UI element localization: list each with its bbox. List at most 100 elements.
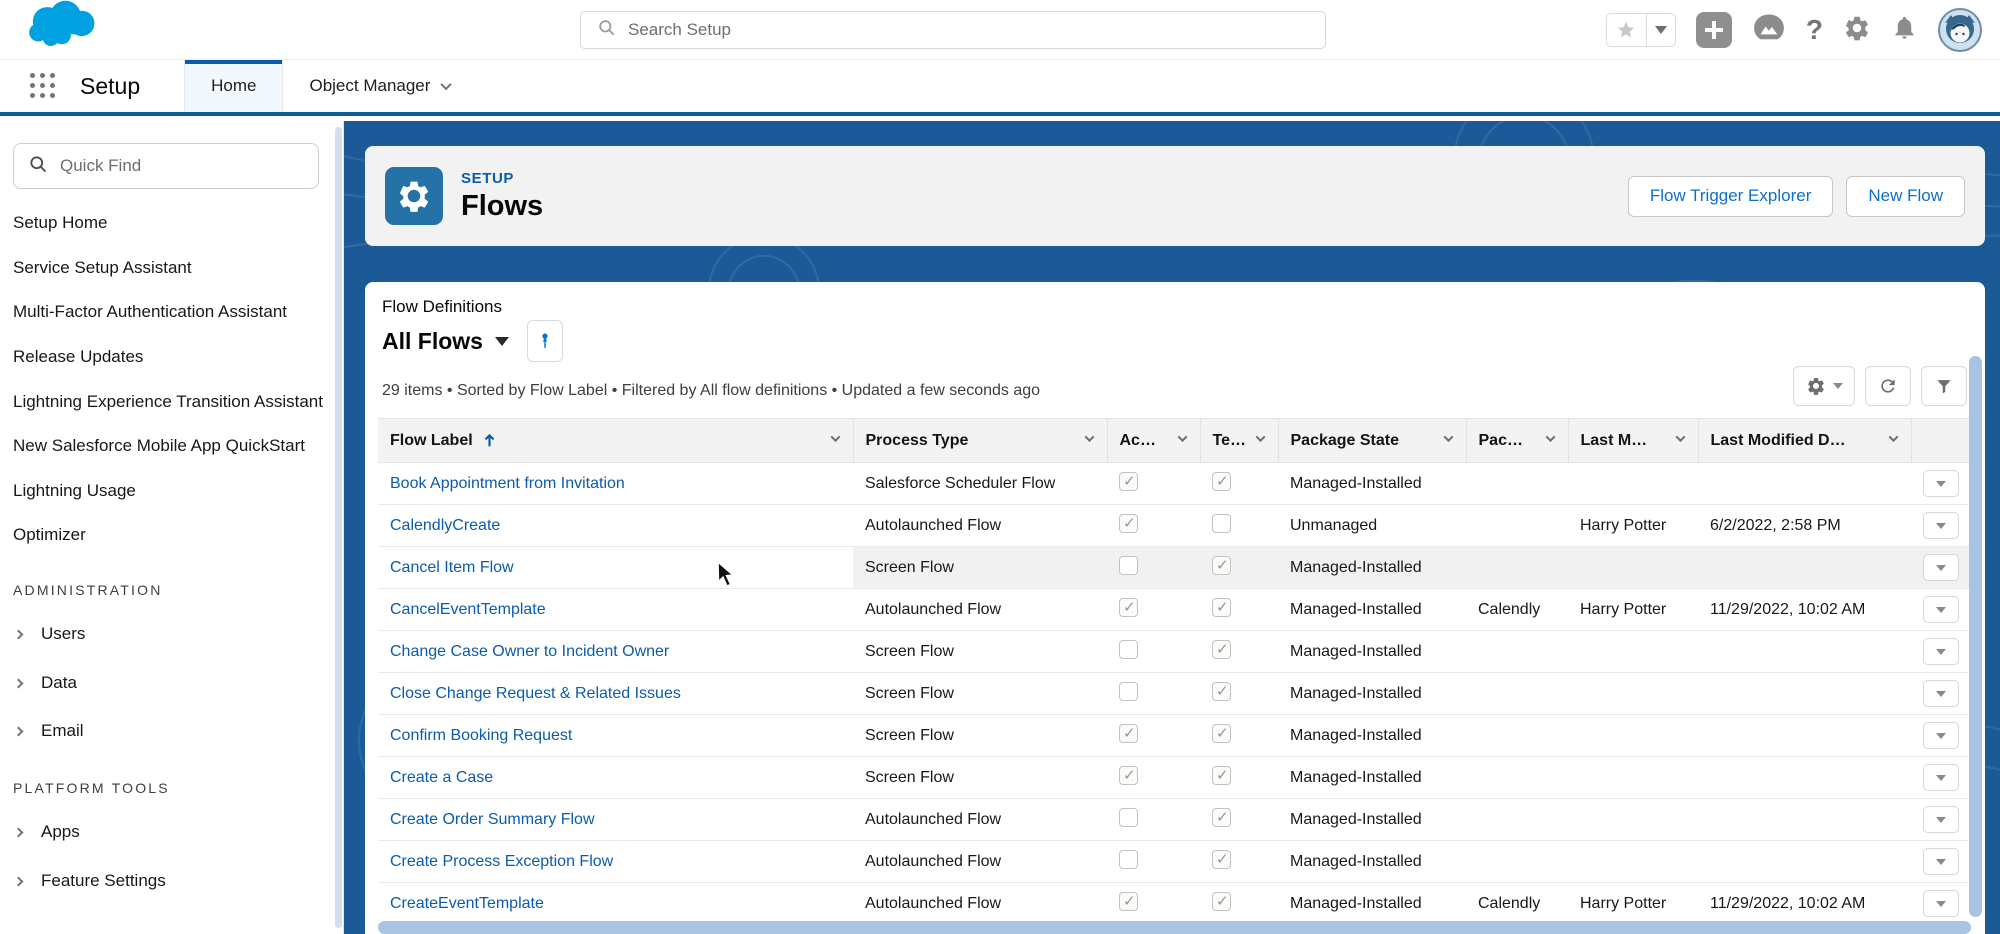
column-header-last-modified-by[interactable]: Last M… [1568, 419, 1698, 463]
flow-label-link[interactable]: Book Appointment from Invitation [390, 475, 625, 492]
column-menu-chevron[interactable] [1545, 432, 1555, 442]
column-menu-chevron[interactable] [1888, 432, 1898, 442]
column-menu-chevron[interactable] [1084, 432, 1094, 442]
column-header-flow-label[interactable]: Flow Label [378, 419, 853, 463]
row-actions-button[interactable] [1923, 596, 1959, 623]
sidebar-item-lex-transition-assistant[interactable]: Lightning Experience Transition Assistan… [0, 380, 343, 425]
flow-label-link[interactable]: Cancel Item Flow [390, 559, 514, 576]
row-actions-caret-icon [1936, 901, 1946, 907]
favorites-caret-icon[interactable] [1647, 14, 1675, 46]
sidebar-item-service-setup-assistant[interactable]: Service Setup Assistant [0, 246, 343, 291]
sidebar-item-data[interactable]: Data [0, 659, 343, 708]
sidebar-item-email[interactable]: Email [0, 707, 343, 756]
last-modified-date-cell [1698, 841, 1911, 883]
row-actions-button[interactable] [1923, 806, 1959, 833]
row-actions-button[interactable] [1923, 680, 1959, 707]
column-header-package-name[interactable]: Pac… [1466, 419, 1568, 463]
column-menu-chevron[interactable] [1177, 432, 1187, 442]
last-modified-date-cell [1698, 631, 1911, 673]
help-icon[interactable]: ? [1806, 14, 1823, 46]
last-modified-by-cell [1568, 673, 1698, 715]
column-header-process-type[interactable]: Process Type [853, 419, 1107, 463]
column-header-active[interactable]: Ac… [1107, 419, 1200, 463]
trailhead-icon[interactable] [1752, 13, 1786, 48]
sidebar-item-lightning-usage[interactable]: Lightning Usage [0, 469, 343, 514]
row-actions-caret-icon [1936, 523, 1946, 529]
last-modified-by-cell [1568, 799, 1698, 841]
flow-label-link[interactable]: Change Case Owner to Incident Owner [390, 643, 669, 660]
star-icon[interactable] [1607, 14, 1647, 46]
tab-object-manager[interactable]: Object Manager [283, 60, 476, 112]
template-checkbox [1212, 640, 1231, 659]
row-actions-button[interactable] [1923, 512, 1959, 539]
sidebar-item-users[interactable]: Users [0, 610, 343, 659]
sidebar-item-setup-home[interactable]: Setup Home [0, 201, 343, 246]
horizontal-scrollbar[interactable] [378, 921, 1971, 934]
row-actions-button[interactable] [1923, 848, 1959, 875]
new-flow-button[interactable]: New Flow [1846, 176, 1965, 217]
package-name-cell [1466, 673, 1568, 715]
active-checkbox [1119, 724, 1138, 743]
active-checkbox [1119, 472, 1138, 491]
flow-label-link[interactable]: Confirm Booking Request [390, 727, 572, 744]
refresh-button[interactable] [1865, 366, 1911, 406]
search-setup-input[interactable] [628, 20, 1228, 40]
app-launcher-icon[interactable] [30, 73, 56, 99]
favorites-button[interactable] [1606, 13, 1676, 47]
template-checkbox [1212, 724, 1231, 743]
view-caret-icon[interactable] [495, 337, 509, 346]
flow-definitions-table: Flow Label Process Type Ac… Te… Package … [378, 418, 1971, 925]
row-actions-button[interactable] [1923, 554, 1959, 581]
row-actions-button[interactable] [1923, 764, 1959, 791]
template-checkbox [1212, 514, 1231, 533]
flow-trigger-explorer-button[interactable]: Flow Trigger Explorer [1628, 176, 1834, 217]
sidebar-item-feature-settings[interactable]: Feature Settings [0, 857, 343, 906]
vertical-scrollbar[interactable] [1969, 356, 1982, 917]
column-header-actions [1911, 419, 1971, 463]
notifications-bell-icon[interactable] [1891, 14, 1918, 46]
row-actions-button[interactable] [1923, 722, 1959, 749]
flow-label-link[interactable]: Close Change Request & Related Issues [390, 685, 681, 702]
last-modified-date-cell: 11/29/2022, 10:02 AM [1698, 883, 1911, 925]
table-row: CancelEventTemplate Autolaunched Flow Ma… [378, 589, 1971, 631]
column-header-package-state[interactable]: Package State [1278, 419, 1466, 463]
setup-gear-icon[interactable] [1843, 14, 1871, 47]
user-avatar[interactable] [1938, 8, 1982, 52]
sidebar-item-apps[interactable]: Apps [0, 808, 343, 857]
package-state-cell: Managed-Installed [1278, 841, 1466, 883]
row-actions-caret-icon [1936, 565, 1946, 571]
sidebar-scrollbar[interactable] [335, 127, 342, 928]
column-menu-chevron[interactable] [1255, 432, 1265, 442]
column-menu-chevron[interactable] [1675, 432, 1685, 442]
pin-list-view-button[interactable] [527, 320, 563, 362]
filter-button[interactable] [1921, 366, 1967, 406]
row-actions-button[interactable] [1923, 470, 1959, 497]
template-cell [1200, 841, 1278, 883]
column-header-last-modified-date[interactable]: Last Modified D… [1698, 419, 1911, 463]
column-header-template[interactable]: Te… [1200, 419, 1278, 463]
tab-home[interactable]: Home [184, 60, 283, 112]
column-menu-chevron[interactable] [1443, 432, 1453, 442]
sidebar-item-optimizer[interactable]: Optimizer [0, 513, 343, 558]
flow-label-link[interactable]: CreateEventTemplate [390, 895, 544, 912]
list-settings-button[interactable] [1793, 366, 1855, 406]
flow-label-link[interactable]: Create Order Summary Flow [390, 811, 595, 828]
last-modified-date-cell [1698, 757, 1911, 799]
row-actions-button[interactable] [1923, 638, 1959, 665]
column-menu-chevron[interactable] [830, 432, 840, 442]
flow-label-link[interactable]: Create Process Exception Flow [390, 853, 613, 870]
quick-create-button[interactable] [1696, 12, 1732, 48]
flow-label-link[interactable]: CancelEventTemplate [390, 601, 546, 618]
active-checkbox [1119, 598, 1138, 617]
package-state-cell: Managed-Installed [1278, 883, 1466, 925]
sidebar-item-mobile-app-quickstart[interactable]: New Salesforce Mobile App QuickStart [0, 424, 343, 469]
quick-find-input[interactable] [60, 156, 290, 176]
flow-label-link[interactable]: CalendlyCreate [390, 517, 500, 534]
flow-label-link[interactable]: Create a Case [390, 769, 493, 786]
table-row: Book Appointment from Invitation Salesfo… [378, 463, 1971, 505]
sidebar-item-release-updates[interactable]: Release Updates [0, 335, 343, 380]
list-view-selector[interactable]: All Flows [382, 328, 483, 355]
sidebar-item-mfa-assistant[interactable]: Multi-Factor Authentication Assistant [0, 290, 343, 335]
active-checkbox [1119, 850, 1138, 869]
row-actions-button[interactable] [1923, 890, 1959, 917]
